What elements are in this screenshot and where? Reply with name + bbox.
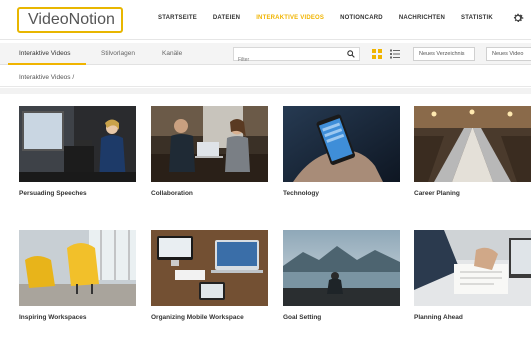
list-view-icon[interactable] xyxy=(390,49,400,59)
gear-icon[interactable] xyxy=(512,12,524,24)
video-thumbnail[interactable] xyxy=(283,106,400,182)
video-thumbnail[interactable] xyxy=(414,230,531,306)
breadcrumb[interactable]: Interaktive Videos / xyxy=(0,71,531,87)
video-card-persuading-speeches[interactable]: Persuading Speeches xyxy=(19,106,136,197)
video-card-career-planing[interactable]: Career Planing xyxy=(414,106,531,197)
video-card-planning-ahead[interactable]: Planning Ahead xyxy=(414,230,531,321)
video-thumbnail[interactable] xyxy=(151,230,268,306)
tab-kanaele[interactable]: Kanäle xyxy=(162,43,182,65)
nav-item-statistik[interactable]: STATISTIK xyxy=(461,15,493,21)
video-title[interactable]: Organizing Mobile Workspace xyxy=(151,314,268,321)
video-card-collaboration[interactable]: Collaboration xyxy=(151,106,268,197)
nav-item-startseite[interactable]: STARTSEITE xyxy=(158,15,197,21)
video-title[interactable]: Collaboration xyxy=(151,190,268,197)
video-thumbnail[interactable] xyxy=(414,106,531,182)
nav-item-nachrichten[interactable]: NACHRICHTEN xyxy=(399,15,445,21)
new-folder-button[interactable]: Neues Verzeichnis xyxy=(413,47,475,61)
search-box xyxy=(233,47,360,66)
grid-view-icon[interactable] xyxy=(372,49,382,59)
video-title[interactable]: Career Planing xyxy=(414,190,531,197)
video-title[interactable]: Inspiring Workspaces xyxy=(19,314,136,321)
video-title[interactable]: Persuading Speeches xyxy=(19,190,136,197)
video-card-technology[interactable]: Technology xyxy=(283,106,400,197)
video-title[interactable]: Technology xyxy=(283,190,400,197)
app-logo[interactable]: VideoNotion xyxy=(17,7,123,33)
main-nav: STARTSEITE DATEIEN INTERAKTIVE VIDEOS NO… xyxy=(158,15,509,21)
video-thumbnail[interactable] xyxy=(19,230,136,306)
video-thumbnail[interactable] xyxy=(151,106,268,182)
new-video-button[interactable]: Neues Video xyxy=(486,47,531,61)
top-bar: VideoNotion STARTSEITE DATEIEN INTERAKTI… xyxy=(0,0,531,40)
nav-item-notioncard[interactable]: NOTIONCARD xyxy=(340,15,383,21)
video-thumbnail[interactable] xyxy=(283,230,400,306)
nav-item-interaktive-videos[interactable]: INTERAKTIVE VIDEOS xyxy=(256,15,324,21)
tab-interaktive-videos[interactable]: Interaktive Videos xyxy=(8,43,86,65)
nav-item-dateien[interactable]: DATEIEN xyxy=(213,15,240,21)
video-card-organizing-mobile-workspace[interactable]: Organizing Mobile Workspace xyxy=(151,230,268,321)
video-card-goal-setting[interactable]: Goal Setting xyxy=(283,230,400,321)
search-input[interactable] xyxy=(234,54,342,66)
video-card-inspiring-workspaces[interactable]: Inspiring Workspaces xyxy=(19,230,136,321)
divider xyxy=(0,88,531,94)
search-icon[interactable] xyxy=(347,50,355,58)
video-thumbnail[interactable] xyxy=(19,106,136,182)
video-title[interactable]: Goal Setting xyxy=(283,314,400,321)
tab-stilvorlagen[interactable]: Stilvorlagen xyxy=(101,43,135,65)
video-title[interactable]: Planning Ahead xyxy=(414,314,531,321)
sub-toolbar: Interaktive Videos Stilvorlagen Kanäle N… xyxy=(0,43,531,66)
